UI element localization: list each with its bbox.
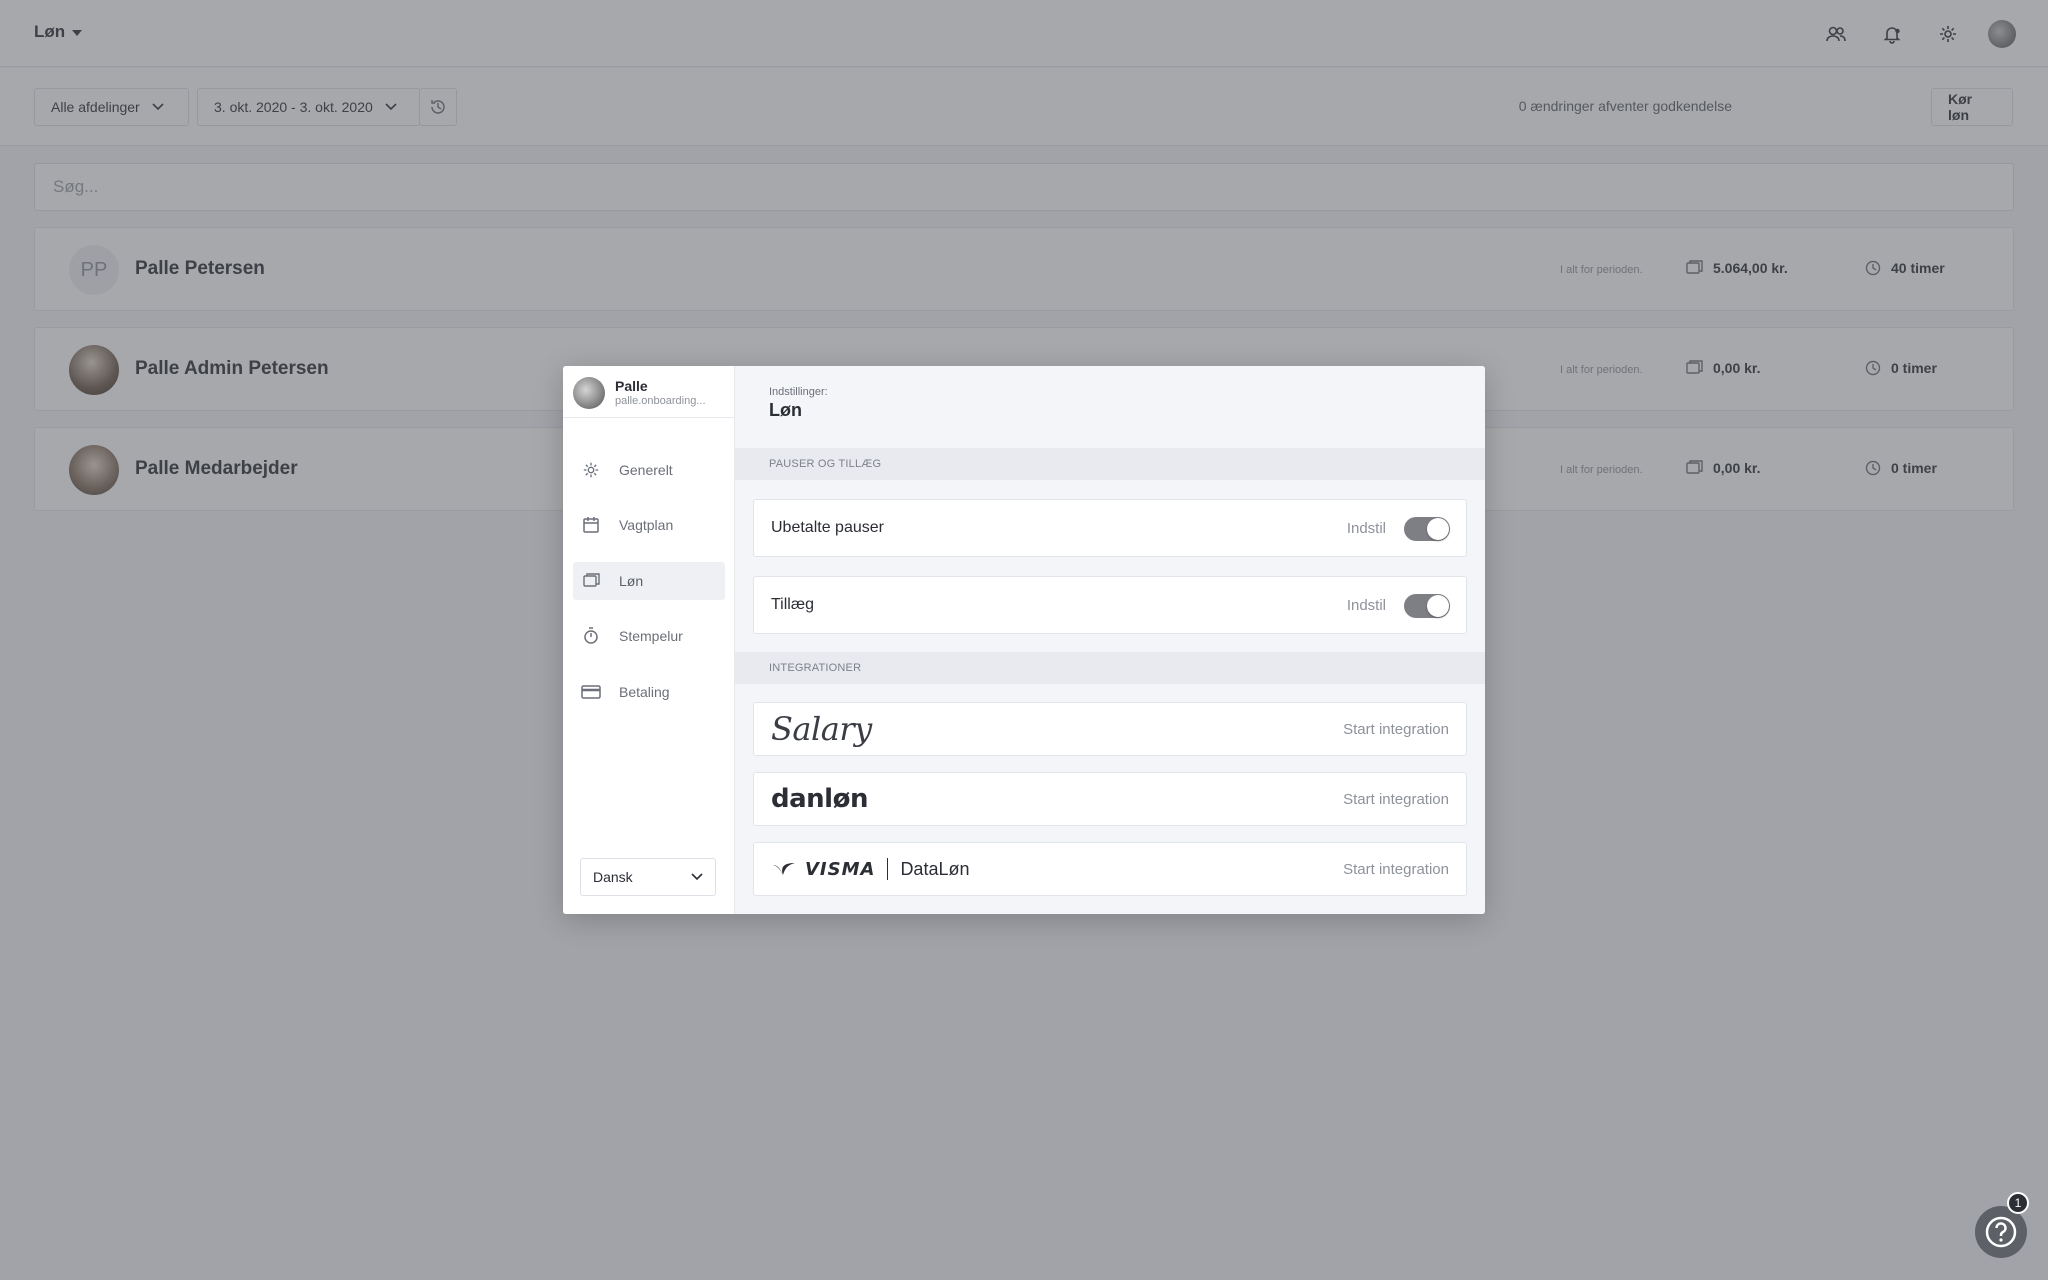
chevron-down-icon: [691, 873, 703, 881]
user-name: Palle: [615, 378, 648, 394]
section-header-integrations: INTEGRATIONER: [735, 652, 1485, 684]
nav-item-vagtplan[interactable]: Vagtplan: [573, 506, 725, 544]
danlon-logo-text: danløn: [771, 784, 868, 814]
setting-supplements: Tillæg Indstil: [753, 576, 1467, 634]
header-subtitle: Indstillinger:: [769, 386, 828, 398]
supplements-toggle[interactable]: [1404, 594, 1450, 618]
calendar-icon: [581, 515, 601, 535]
danlon-logo: danløn: [771, 773, 868, 825]
integration-visma-datalon: VISMA DataLøn Start integration: [753, 842, 1467, 896]
nav-item-label: Stempelur: [619, 628, 683, 644]
toggle-knob: [1427, 595, 1449, 617]
start-integration-link[interactable]: Start integration: [1343, 791, 1449, 808]
visma-datalon-logo: VISMA DataLøn: [771, 843, 969, 895]
start-integration-link[interactable]: Start integration: [1343, 721, 1449, 738]
nav-item-label: Vagtplan: [619, 517, 674, 533]
stopwatch-icon: [581, 626, 601, 646]
setting-label: Tillæg: [771, 596, 814, 613]
salary-logo: Salary: [771, 703, 872, 755]
question-icon: [1985, 1216, 2017, 1248]
coins-icon: [581, 571, 601, 591]
integration-danlon: danløn Start integration: [753, 772, 1467, 826]
language-select[interactable]: Dansk: [580, 858, 716, 896]
settings-header: Indstillinger: Løn: [735, 366, 1485, 448]
setting-label: Ubetalte pauser: [771, 519, 884, 536]
nav-item-label: Løn: [619, 573, 644, 589]
nav-item-stempelur[interactable]: Stempelur: [573, 617, 725, 655]
user-email: palle.onboarding...: [615, 395, 706, 407]
section-header-breaks: PAUSER OG TILLÆG: [735, 448, 1485, 480]
nav-item-lon[interactable]: Løn: [573, 562, 725, 600]
nav-item-label: Betaling: [619, 684, 670, 700]
notification-badge: 1: [2007, 1192, 2029, 1214]
unpaid-breaks-toggle[interactable]: [1404, 517, 1450, 541]
avatar: [573, 377, 605, 409]
nav-item-label: Generelt: [619, 462, 673, 478]
page-title: Løn: [769, 400, 802, 420]
datalon-logo-text: DataLøn: [900, 858, 970, 879]
logo-divider: [887, 858, 889, 880]
nav-item-betaling[interactable]: Betaling: [573, 673, 725, 711]
start-integration-link[interactable]: Start integration: [1343, 861, 1449, 878]
settings-content: Indstillinger: Løn PAUSER OG TILLÆG Ubet…: [735, 366, 1485, 914]
language-label: Dansk: [593, 869, 633, 885]
visma-logo-text: VISMA: [805, 858, 876, 880]
visma-swoosh-icon: [773, 863, 795, 875]
settings-modal: Palle palle.onboarding... Generelt Vagtp…: [563, 366, 1485, 914]
setting-unpaid-breaks: Ubetalte pauser Indstil: [753, 499, 1467, 557]
configure-link[interactable]: Indstil: [1347, 597, 1386, 614]
credit-card-icon: [581, 682, 601, 702]
user-profile[interactable]: Palle palle.onboarding...: [563, 366, 735, 418]
toggle-knob: [1427, 518, 1449, 540]
nav-item-generelt[interactable]: Generelt: [573, 451, 725, 489]
configure-link[interactable]: Indstil: [1347, 520, 1386, 537]
settings-sidebar: Palle palle.onboarding... Generelt Vagtp…: [563, 366, 735, 914]
gear-icon: [581, 460, 601, 480]
integration-salary: Salary Start integration: [753, 702, 1467, 756]
salary-logo-text: Salary: [771, 710, 872, 748]
